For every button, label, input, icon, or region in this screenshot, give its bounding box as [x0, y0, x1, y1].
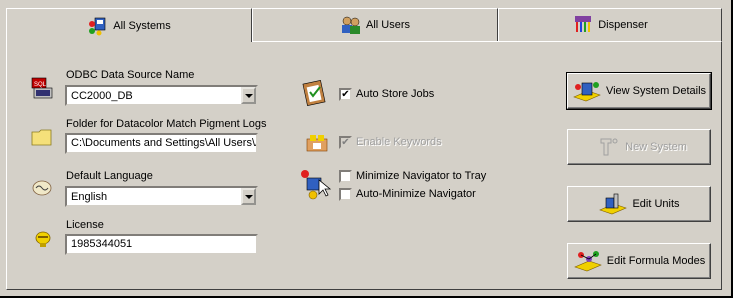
view-system-details-label: View System Details [605, 85, 707, 97]
tab-all-users-label: All Users [365, 19, 410, 31]
edit-formula-modes-button[interactable]: Edit Formula Modes [567, 243, 711, 279]
minimize-to-tray-checkbox[interactable] [339, 170, 352, 183]
auto-store-jobs-label: Auto Store Jobs [356, 88, 435, 100]
edit-formula-modes-label: Edit Formula Modes [606, 255, 706, 267]
chevron-down-icon[interactable] [241, 87, 256, 104]
folder-label: Folder for Datacolor Match Pigment Logs [66, 118, 267, 130]
tab-strip: All Systems All Users Dispenser [6, 8, 722, 42]
system-details-icon [572, 79, 602, 103]
tab-all-systems-label: All Systems [113, 19, 171, 32]
edit-units-label: Edit Units [632, 198, 680, 210]
edit-units-icon [598, 192, 628, 216]
view-system-details-button[interactable]: View System Details [566, 72, 712, 110]
language-value: English [71, 191, 108, 203]
auto-store-jobs-checkbox[interactable]: ✔ [339, 88, 352, 101]
new-system-label: New System [625, 141, 687, 153]
language-label: Default Language [66, 170, 153, 182]
database-icon: SQL [30, 76, 54, 105]
tab-dispenser-label: Dispenser [598, 19, 648, 31]
tab-dispenser[interactable]: Dispenser [498, 8, 722, 42]
license-input[interactable]: 1985344051 [65, 234, 258, 255]
systems-icon [87, 16, 109, 36]
new-system-icon [591, 135, 621, 159]
keywords-icon [303, 131, 331, 156]
clipboard-icon [300, 78, 330, 111]
tab-all-users[interactable]: All Users [252, 8, 498, 42]
language-icon [31, 178, 53, 201]
minimize-to-tray-label: Minimize Navigator to Tray [356, 170, 487, 182]
enable-keywords-checkbox[interactable]: ✔ [339, 136, 352, 149]
auto-minimize-checkbox[interactable] [339, 188, 352, 201]
language-select[interactable]: English [65, 186, 258, 207]
edit-units-button[interactable]: Edit Units [567, 186, 711, 222]
chevron-down-icon[interactable] [241, 188, 256, 205]
auto-minimize-label: Auto-Minimize Navigator [356, 188, 476, 200]
tab-all-systems[interactable]: All Systems [6, 8, 252, 42]
users-icon [340, 15, 362, 35]
folder-icon [31, 127, 53, 150]
odbc-label: ODBC Data Source Name [66, 69, 195, 81]
license-icon [34, 230, 52, 251]
svg-text:SQL: SQL [34, 82, 47, 88]
dialog-frame: All Systems All Users Dispenser SQL ODBC… [0, 0, 733, 298]
dispenser-icon [572, 15, 594, 35]
navigator-icon [299, 168, 333, 205]
odbc-select[interactable]: CC2000_DB [65, 85, 258, 106]
folder-path-input[interactable]: C:\Documents and Settings\All Users\A [65, 133, 258, 154]
enable-keywords-label: Enable Keywords [356, 136, 442, 148]
new-system-button[interactable]: New System [567, 129, 711, 165]
odbc-value: CC2000_DB [71, 90, 133, 102]
edit-formula-modes-icon [573, 249, 603, 273]
license-label: License [66, 219, 104, 231]
